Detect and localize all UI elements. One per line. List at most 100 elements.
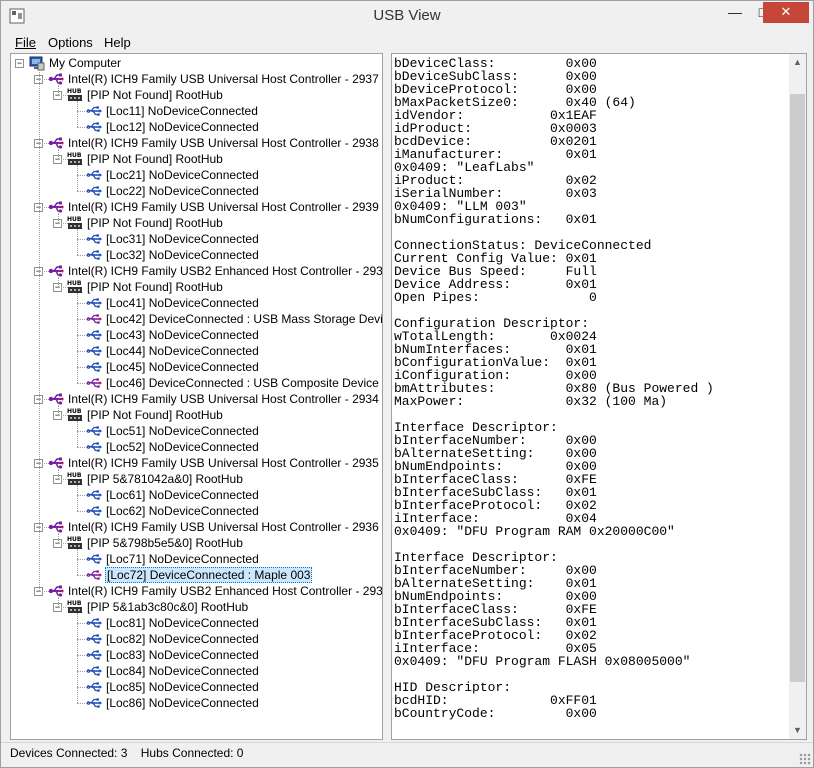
tree-node-label: Intel(R) ICH9 Family USB2 Enhanced Host …: [68, 264, 383, 278]
tree-node-label: [Loc52] NoDeviceConnected: [106, 440, 259, 454]
tree-node-label: Intel(R) ICH9 Family USB Universal Host …: [68, 520, 379, 534]
hub-icon: HUB: [67, 215, 83, 231]
device-details-pane[interactable]: bDeviceClass: 0x00 bDeviceSubClass: 0x00…: [391, 53, 807, 740]
device-tree[interactable]: − My Computer − Intel(R) ICH9 Family USB Un…: [10, 53, 383, 740]
tree-connector-line: [77, 127, 91, 128]
menu-options[interactable]: Options: [48, 35, 93, 50]
usb-controller-icon: [48, 455, 64, 471]
tree-connector-line: [77, 293, 78, 383]
tree-connector-line: [58, 159, 68, 160]
tree-connector-line: [58, 95, 68, 96]
tree-node-label: [Loc32] NoDeviceConnected: [106, 248, 259, 262]
tree-node-label: [Loc81] NoDeviceConnected: [106, 616, 259, 630]
tree-connector-line: [77, 255, 91, 256]
tree-connector-line: [77, 703, 91, 704]
tree-connector-line: [77, 303, 91, 304]
tree-connector-line: [77, 383, 91, 384]
tree-connector-line: [39, 207, 49, 208]
menu-file[interactable]: File: [15, 35, 36, 50]
tree-node-label: [Loc11] NoDeviceConnected: [106, 104, 258, 118]
tree-connector-line: [77, 111, 91, 112]
svg-text:HUB: HUB: [67, 152, 82, 159]
tree-node-label: [PIP 5&781042a&0] RootHub: [87, 472, 243, 486]
close-button[interactable]: ✕: [763, 2, 809, 23]
tree-node-label: Intel(R) ICH9 Family USB Universal Host …: [68, 136, 379, 150]
svg-text:HUB: HUB: [67, 88, 82, 95]
tree-node-label: [Loc51] NoDeviceConnected: [106, 424, 259, 438]
tree-node-label: [Loc45] NoDeviceConnected: [106, 360, 259, 374]
tree-connector-line: [77, 229, 78, 255]
tree-connector-line: [58, 469, 59, 479]
tree-node-label: [Loc85] NoDeviceConnected: [106, 680, 259, 694]
tree-connector-line: [39, 79, 49, 80]
hubs-connected-count: Hubs Connected: 0: [140, 746, 244, 760]
menu-bar: File Options Help: [1, 32, 813, 52]
tree-connector-line: [58, 277, 59, 287]
details-scrollbar[interactable]: ▲ ▼: [789, 54, 806, 739]
status-bar: Devices Connected: 3 Hubs Connected: 0: [1, 742, 813, 767]
tree-connector-line: [77, 613, 78, 703]
tree-connector-line: [77, 623, 91, 624]
tree-connector-line: [77, 655, 91, 656]
tree-connector-line: [77, 431, 91, 432]
tree-node-label: [Loc83] NoDeviceConnected: [106, 648, 259, 662]
usbview-window: USB View — □ ✕ File Options Help − My Com…: [0, 0, 814, 768]
scroll-up-icon[interactable]: ▲: [789, 54, 806, 71]
usb-controller-icon: [48, 199, 64, 215]
tree-node-label: [Loc84] NoDeviceConnected: [106, 664, 259, 678]
hub-icon: HUB: [67, 87, 83, 103]
svg-text:HUB: HUB: [67, 280, 82, 287]
resize-grip-icon[interactable]: [799, 753, 811, 765]
tree-connector-line: [58, 533, 59, 543]
tree-connector-line: [39, 69, 40, 591]
tree-connector-line: [77, 511, 91, 512]
device-details-text: bDeviceClass: 0x00 bDeviceSubClass: 0x00…: [394, 56, 714, 721]
tree-connector-line: [77, 559, 91, 560]
tree-node-label: Intel(R) ICH9 Family USB Universal Host …: [68, 72, 379, 86]
tree-connector-line: [39, 399, 49, 400]
tree-connector-line: [58, 543, 68, 544]
tree-connector-line: [58, 415, 68, 416]
svg-text:HUB: HUB: [67, 408, 82, 415]
tree-connector-line: [77, 687, 91, 688]
usb-controller-icon: [48, 583, 64, 599]
scrollbar-thumb[interactable]: [790, 94, 805, 682]
tree-node-label: My Computer: [49, 56, 122, 70]
tree-node-label: [Loc62] NoDeviceConnected: [106, 504, 259, 518]
tree-node-label: Intel(R) ICH9 Family USB Universal Host …: [68, 456, 379, 470]
hub-icon: HUB: [67, 279, 83, 295]
svg-text:HUB: HUB: [67, 600, 82, 607]
tree-connector-line: [39, 463, 49, 464]
minimize-button[interactable]: —: [721, 2, 749, 23]
usb-controller-icon: [48, 519, 64, 535]
title-bar[interactable]: USB View — □ ✕: [1, 1, 813, 31]
tree-connector-line: [58, 597, 59, 607]
scroll-down-icon[interactable]: ▼: [789, 722, 806, 739]
tree-connector-line: [77, 319, 91, 320]
svg-text:HUB: HUB: [67, 472, 82, 479]
tree-connector-line: [58, 287, 68, 288]
tree-node-label: [PIP 5&1ab3c80c&0] RootHub: [87, 600, 249, 614]
devices-connected-count: Devices Connected: 3: [10, 746, 128, 760]
tree-connector-line: [77, 351, 91, 352]
tree-node-label: Intel(R) ICH9 Family USB Universal Host …: [68, 200, 379, 214]
collapse-toggle-icon[interactable]: −: [15, 59, 24, 68]
pane-splitter[interactable]: [383, 53, 391, 740]
tree-connector-line: [58, 149, 59, 159]
hub-icon: HUB: [67, 599, 83, 615]
tree-node-label: [Loc46] DeviceConnected : USB Composite …: [106, 376, 379, 390]
tree-node-label: [PIP Not Found] RootHub: [87, 408, 223, 422]
tree-connector-line: [58, 85, 59, 95]
tree-node-label: Intel(R) ICH9 Family USB Universal Host …: [68, 392, 379, 406]
usb-controller-icon: [48, 391, 64, 407]
usb-controller-icon: [48, 71, 64, 87]
menu-help[interactable]: Help: [104, 35, 131, 50]
tree-connector-line: [58, 223, 68, 224]
tree-node-label: [Loc44] NoDeviceConnected: [106, 344, 259, 358]
tree-node-label: [PIP Not Found] RootHub: [87, 216, 223, 230]
svg-text:HUB: HUB: [67, 216, 82, 223]
tree-connector-line: [77, 495, 91, 496]
tree-node-label: Intel(R) ICH9 Family USB2 Enhanced Host …: [68, 584, 383, 598]
tree-connector-line: [77, 639, 91, 640]
usb-controller-icon: [48, 135, 64, 151]
